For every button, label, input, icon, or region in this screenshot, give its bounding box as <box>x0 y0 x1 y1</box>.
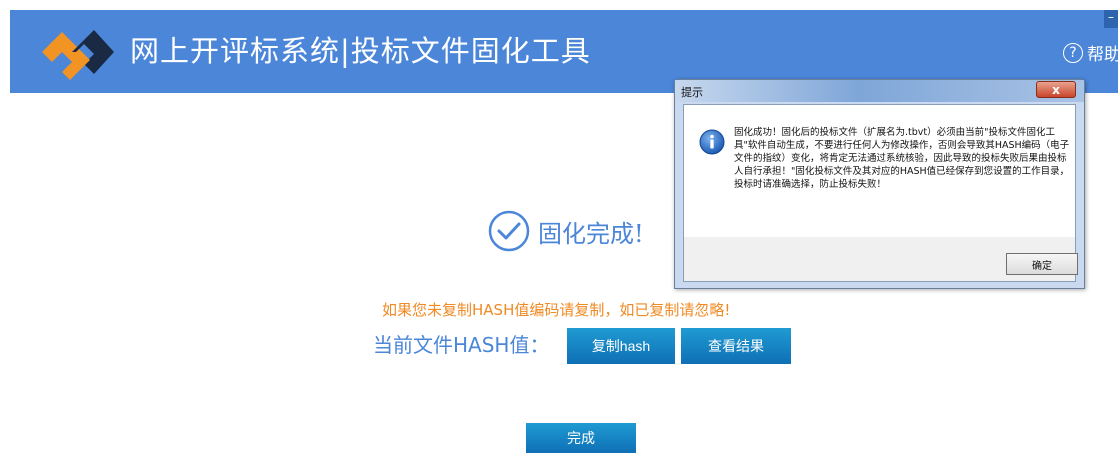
logo-icon <box>42 30 114 80</box>
dialog-close-button[interactable]: x <box>1036 81 1076 98</box>
info-icon <box>699 129 725 155</box>
view-result-button[interactable]: 查看结果 <box>681 328 791 364</box>
alert-dialog: 提示 x 固化成功！固化后的投标文件（扩展名为.tbvt）必须由当前"投标文件固… <box>674 79 1085 289</box>
check-circle-icon <box>488 210 530 252</box>
help-label: 帮助 <box>1087 45 1118 65</box>
dialog-body: 固化成功！固化后的投标文件（扩展名为.tbvt）必须由当前"投标文件固化工具"软… <box>683 104 1078 282</box>
help-link[interactable]: ? 帮助 <box>1063 40 1118 65</box>
completion-status: 固化完成! <box>488 210 644 252</box>
dialog-titlebar[interactable]: 提示 x <box>675 80 1084 102</box>
copy-notice: 如果您未复制HASH值编码请复制，如已复制请忽略! <box>382 301 731 319</box>
app-title: 网上开评标系统|投标文件固化工具 <box>130 34 591 68</box>
finish-button[interactable]: 完成 <box>526 423 636 453</box>
dialog-title: 提示 <box>681 86 703 99</box>
minimize-button[interactable]: – <box>1104 10 1118 28</box>
copy-hash-button[interactable]: 复制hash <box>567 328 675 364</box>
dialog-ok-button[interactable]: 确定 <box>1006 253 1078 275</box>
dialog-message: 固化成功！固化后的投标文件（扩展名为.tbvt）必须由当前"投标文件固化工具"软… <box>734 127 1070 190</box>
help-icon: ? <box>1063 42 1083 63</box>
hash-label: 当前文件HASH值： <box>373 333 550 357</box>
completion-text: 固化完成! <box>538 219 644 248</box>
